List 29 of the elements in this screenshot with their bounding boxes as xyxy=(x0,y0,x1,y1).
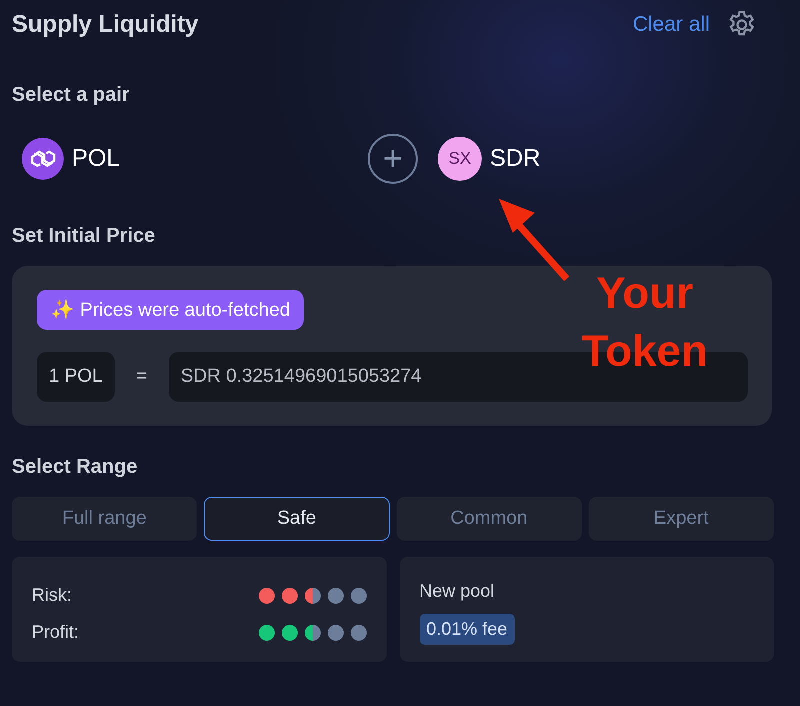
rating-dot xyxy=(282,588,298,604)
rating-dot xyxy=(304,624,320,640)
base-amount: 1 POL xyxy=(37,352,115,402)
add-button[interactable]: + xyxy=(368,134,418,184)
range-tab[interactable]: Safe xyxy=(204,497,390,541)
rating-dot xyxy=(328,588,344,604)
range-tab[interactable]: Full range xyxy=(12,497,198,541)
meter-label: Risk: xyxy=(32,585,72,606)
fee-badge: 0.01% fee xyxy=(420,614,515,645)
rating-dot xyxy=(350,588,366,604)
equals-sign: = xyxy=(135,366,148,388)
token-logo-icon xyxy=(22,138,64,180)
range-tab[interactable]: Expert xyxy=(588,497,774,541)
rating-dot xyxy=(282,624,298,640)
section-heading: Select a pair xyxy=(12,84,131,107)
meter-label: Profit: xyxy=(32,622,80,643)
rating-dot xyxy=(350,624,366,640)
token-symbol[interactable]: SDR xyxy=(490,145,541,173)
pool-title: New pool xyxy=(420,581,496,602)
clear-all-link[interactable]: Clear all xyxy=(632,13,710,37)
page-title: Supply Liquidity xyxy=(12,11,199,39)
rating-dot xyxy=(304,588,320,604)
token-badge: SX xyxy=(438,137,482,181)
section-heading: Set Initial Price xyxy=(12,225,156,248)
notice-badge: ✨ Prices were auto-fetched xyxy=(37,290,304,330)
section-heading: Select Range xyxy=(12,456,139,479)
range-tab[interactable]: Common xyxy=(396,497,582,541)
rating-dot xyxy=(328,624,344,640)
token-symbol[interactable]: POL xyxy=(72,145,120,173)
